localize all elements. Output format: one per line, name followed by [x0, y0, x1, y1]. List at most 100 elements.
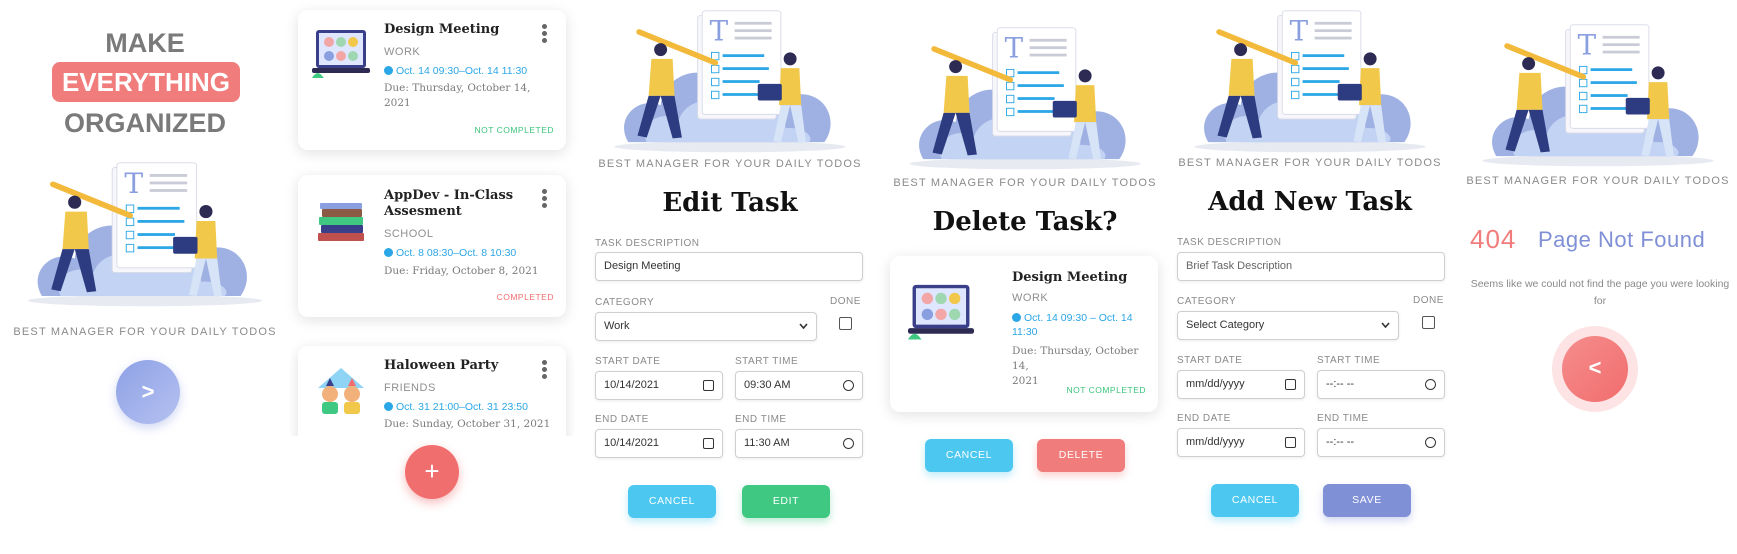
- task-card[interactable]: Design Meeting WORK Oct. 14 09:30–Oct. 1…: [298, 10, 566, 150]
- clock-icon[interactable]: [1425, 379, 1436, 390]
- task-due-line: Due: Thursday, October 14,: [384, 82, 531, 94]
- clock-icon: [384, 248, 393, 257]
- headline-organized: ORGANIZED: [64, 108, 226, 138]
- page-title: Add New Task: [1208, 187, 1412, 217]
- start-time-value: --:-- --: [1326, 378, 1355, 390]
- start-time-input[interactable]: --:-- --: [1317, 370, 1445, 399]
- next-button[interactable]: >: [116, 360, 180, 424]
- more-options-icon[interactable]: [542, 24, 548, 44]
- end-date-input[interactable]: mm/dd/yyyy: [1177, 428, 1305, 457]
- task-time: Oct. 31 21:00–Oct. 31 23:50: [384, 401, 528, 413]
- video-call-icon: [908, 284, 974, 340]
- start-time-label: START TIME: [1317, 355, 1381, 366]
- start-date-label: START DATE: [595, 356, 661, 367]
- task-card-clip: Haloween Party FRIENDS Oct. 31 21:00–Oct…: [290, 338, 574, 436]
- end-date-value: mm/dd/yyyy: [1186, 436, 1245, 448]
- task-due: Due: Thursday, October 14, 2021: [1012, 344, 1158, 389]
- task-time-text: Oct. 14 09:30–Oct. 14 11:30: [396, 65, 528, 77]
- task-title: AppDev - In-Class Assesment: [384, 188, 513, 220]
- task-due: Due: Sunday, October 31, 2021: [384, 418, 551, 430]
- clock-icon[interactable]: [843, 380, 854, 391]
- description-label: TASK DESCRIPTION: [595, 238, 700, 249]
- description-label: TASK DESCRIPTION: [1177, 237, 1282, 248]
- task-time: Oct. 8 08:30–Oct. 8 10:30: [384, 247, 516, 259]
- calendar-icon[interactable]: [1285, 437, 1296, 448]
- status-badge: NOT COMPLETED: [474, 125, 554, 135]
- end-time-input[interactable]: --:-- --: [1317, 428, 1445, 457]
- category-select[interactable]: Select Category: [1177, 311, 1399, 340]
- task-title: Design Meeting: [1012, 270, 1128, 285]
- add-task-button[interactable]: +: [405, 445, 459, 499]
- category-select[interactable]: Work: [595, 312, 817, 341]
- calendar-icon[interactable]: [1285, 379, 1296, 390]
- task-title-line: AppDev - In-Class: [384, 188, 514, 203]
- task-card: Design Meeting WORK Oct. 14 09:30 – Oct.…: [890, 256, 1158, 412]
- category-value: Select Category: [1186, 319, 1265, 331]
- start-time-input[interactable]: 09:30 AM: [735, 371, 863, 400]
- task-due-line: Due: Thursday, October 14,: [1012, 345, 1139, 372]
- task-time-text: Oct. 31 21:00–Oct. 31 23:50: [396, 401, 528, 413]
- end-date-input[interactable]: 10/14/2021: [595, 429, 723, 458]
- page-title: Edit Task: [662, 188, 798, 218]
- clock-icon: [384, 66, 393, 75]
- end-time-label: END TIME: [735, 414, 787, 425]
- party-people-icon: [318, 368, 364, 414]
- task-title: Haloween Party: [384, 358, 499, 373]
- task-title: Design Meeting: [384, 22, 500, 37]
- task-time-text: 11:30: [1012, 326, 1038, 338]
- chevron-down-icon: [1381, 322, 1390, 329]
- headline-make: MAKE: [105, 28, 185, 58]
- hero-illustration: [1463, 22, 1733, 170]
- error-title: Page Not Found: [1538, 227, 1706, 252]
- more-options-icon[interactable]: [542, 360, 548, 380]
- category-label: CATEGORY: [595, 297, 655, 308]
- end-time-value: --:-- --: [1326, 436, 1355, 448]
- category-value: Work: [604, 320, 630, 332]
- done-checkbox[interactable]: [839, 317, 852, 330]
- cancel-button[interactable]: CANCEL: [1211, 484, 1299, 517]
- end-date-label: END DATE: [595, 414, 649, 425]
- status-badge: NOT COMPLETED: [1066, 385, 1146, 395]
- save-button[interactable]: SAVE: [1323, 484, 1411, 517]
- description-input[interactable]: Design Meeting: [595, 252, 863, 281]
- edit-button[interactable]: EDIT: [742, 485, 830, 518]
- start-date-input[interactable]: 10/14/2021: [595, 371, 723, 400]
- done-checkbox[interactable]: [1422, 316, 1435, 329]
- start-time-value: 09:30 AM: [744, 379, 791, 391]
- calendar-icon[interactable]: [703, 438, 714, 449]
- description-input[interactable]: Brief Task Description: [1177, 252, 1445, 281]
- tagline: BEST MANAGER FOR YOUR DAILY TODOS: [598, 158, 862, 170]
- task-time: Oct. 14 09:30 – Oct. 14 11:30: [1012, 311, 1133, 339]
- chevron-down-icon: [799, 323, 808, 330]
- done-label: DONE: [830, 296, 861, 307]
- task-category: SCHOOL: [384, 228, 434, 240]
- hero-illustration: [595, 8, 865, 156]
- hero-illustration: [15, 160, 275, 310]
- error-code: 404: [1470, 224, 1517, 254]
- task-time-text: Oct. 8 08:30–Oct. 8 10:30: [396, 247, 517, 259]
- cancel-button[interactable]: CANCEL: [628, 485, 716, 518]
- hero-illustration: [1175, 8, 1445, 156]
- task-category: FRIENDS: [384, 382, 436, 394]
- task-category: WORK: [384, 46, 421, 58]
- end-time-input[interactable]: 11:30 AM: [735, 429, 863, 458]
- cancel-button[interactable]: CANCEL: [925, 439, 1013, 472]
- task-time: Oct. 14 09:30–Oct. 14 11:30: [384, 65, 527, 77]
- calendar-icon[interactable]: [703, 380, 714, 391]
- tagline: BEST MANAGER FOR YOUR DAILY TODOS: [1466, 175, 1730, 187]
- category-label: CATEGORY: [1177, 296, 1237, 307]
- task-category: WORK: [1012, 292, 1049, 304]
- task-card[interactable]: Haloween Party FRIENDS Oct. 31 21:00–Oct…: [298, 346, 566, 436]
- clock-icon[interactable]: [843, 438, 854, 449]
- task-due: Due: Friday, October 8, 2021: [384, 265, 539, 277]
- headline-everything-badge: EVERYTHING: [52, 62, 240, 102]
- hero-illustration: [890, 25, 1160, 173]
- tagline: BEST MANAGER FOR YOUR DAILY TODOS: [13, 326, 277, 338]
- clock-icon[interactable]: [1425, 437, 1436, 448]
- back-button[interactable]: <: [1562, 336, 1628, 402]
- page-title: Delete Task?: [932, 207, 1118, 237]
- delete-button[interactable]: DELETE: [1037, 439, 1125, 472]
- more-options-icon[interactable]: [542, 189, 548, 209]
- start-date-input[interactable]: mm/dd/yyyy: [1177, 370, 1305, 399]
- task-card[interactable]: AppDev - In-Class Assesment SCHOOL Oct. 8…: [298, 175, 566, 317]
